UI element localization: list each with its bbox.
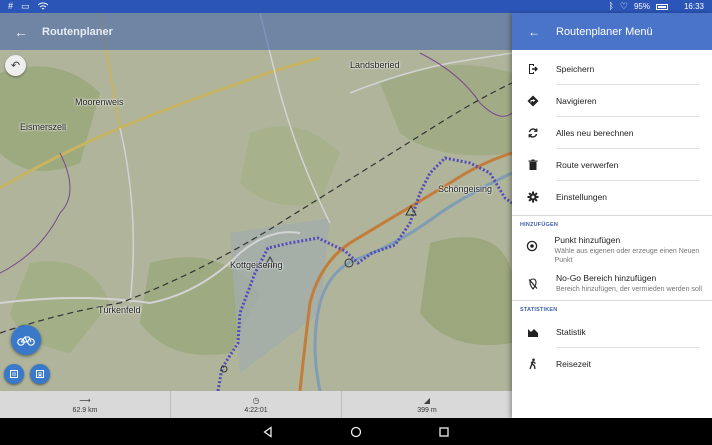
chart-icon — [526, 325, 540, 339]
menu-item-discard-route[interactable]: Route verwerfen — [512, 149, 712, 181]
nav-home-button[interactable] — [349, 425, 363, 439]
screen-icon: ▭ — [21, 1, 30, 11]
system-nav-bar — [0, 418, 712, 445]
menu-item-travel-time[interactable]: Reisezeit — [512, 348, 712, 380]
wifi-icon — [37, 2, 48, 12]
route-stats-bar: ⟶ 62.9 km ◷ 4:22:01 ◢ 399 m — [0, 391, 512, 418]
status-bar: # ▭ ᛒ ♡ 95% 16:33 — [0, 0, 712, 13]
target-icon — [526, 239, 539, 253]
undo-button[interactable]: ↶ — [5, 55, 26, 76]
bookmark-icon — [36, 370, 44, 378]
menu-item-navigate[interactable]: Navigieren — [512, 85, 712, 117]
menu-item-statistics[interactable]: Statistik — [512, 316, 712, 348]
back-arrow-icon[interactable]: ← — [528, 25, 540, 39]
section-title-statistics: STATISTIKEN — [520, 307, 558, 313]
route-planner-menu: ← Routenplaner Menü Speichern Navigieren… — [512, 13, 712, 418]
triangle-back-icon — [263, 425, 272, 438]
bike-profile-button[interactable] — [11, 325, 41, 355]
nav-back-button[interactable] — [261, 425, 275, 439]
drawer-title: Routenplaner Menü — [556, 25, 653, 38]
drawer-header: ← Routenplaner Menü — [512, 13, 712, 50]
bike-icon — [17, 336, 35, 346]
square-recents-icon — [439, 426, 449, 437]
bluetooth-icon: ᛒ — [608, 1, 614, 11]
heart-icon: ♡ — [619, 1, 628, 11]
clock-icon: ◷ — [252, 395, 260, 405]
layers-icon — [10, 370, 18, 378]
place-label: Landsberied — [350, 60, 400, 70]
hash-icon: # — [8, 1, 14, 11]
stat-distance[interactable]: ⟶ 62.9 km — [0, 391, 171, 418]
menu-item-recalculate[interactable]: Alles neu berechnen — [512, 117, 712, 149]
menu-item-add-no-go-area[interactable]: No-Go Bereich hinzufügen Bereich hinzufü… — [512, 269, 712, 298]
app-bar: ← Routenplaner — [0, 13, 512, 50]
battery-percent: 95% — [633, 2, 650, 11]
place-label: Schöngeising — [438, 184, 493, 194]
section-title-add: HINZUFÜGEN — [520, 222, 559, 228]
map-view[interactable]: Landsberied Moorenweis Eismerszell Schön… — [0, 13, 512, 391]
place-label: Kottgeisering — [230, 260, 283, 270]
place-label: Eismerszell — [20, 122, 67, 132]
page-title: Routenplaner — [42, 25, 113, 38]
navigate-icon — [526, 94, 540, 108]
menu-item-save[interactable]: Speichern — [512, 53, 712, 85]
stat-elevation[interactable]: ◢ 399 m — [342, 391, 512, 418]
menu-item-add-point[interactable]: Punkt hinzufügen Wähle aus eigenen oder … — [512, 231, 712, 269]
walker-icon — [526, 357, 540, 371]
distance-icon: ⟶ — [79, 395, 91, 405]
no-go-icon — [526, 277, 540, 291]
elevation-icon: ◢ — [423, 395, 431, 405]
stat-duration[interactable]: ◷ 4:22:01 — [171, 391, 342, 418]
battery-icon — [655, 3, 668, 10]
recalculate-icon — [526, 126, 540, 140]
layers-button[interactable] — [4, 364, 24, 384]
nav-recents-button[interactable] — [437, 425, 451, 439]
place-label: Türkenfeld — [98, 305, 141, 315]
save-exit-icon — [526, 62, 540, 76]
clock-time: 16:33 — [683, 2, 704, 11]
back-arrow-icon[interactable]: ← — [14, 24, 28, 40]
place-label: Moorenweis — [75, 97, 124, 107]
bookmark-button[interactable] — [30, 364, 50, 384]
circle-home-icon — [350, 426, 362, 437]
menu-item-settings[interactable]: Einstellungen — [512, 181, 712, 213]
gear-icon — [526, 190, 540, 204]
undo-icon: ↶ — [10, 60, 21, 72]
trash-icon — [526, 158, 540, 172]
